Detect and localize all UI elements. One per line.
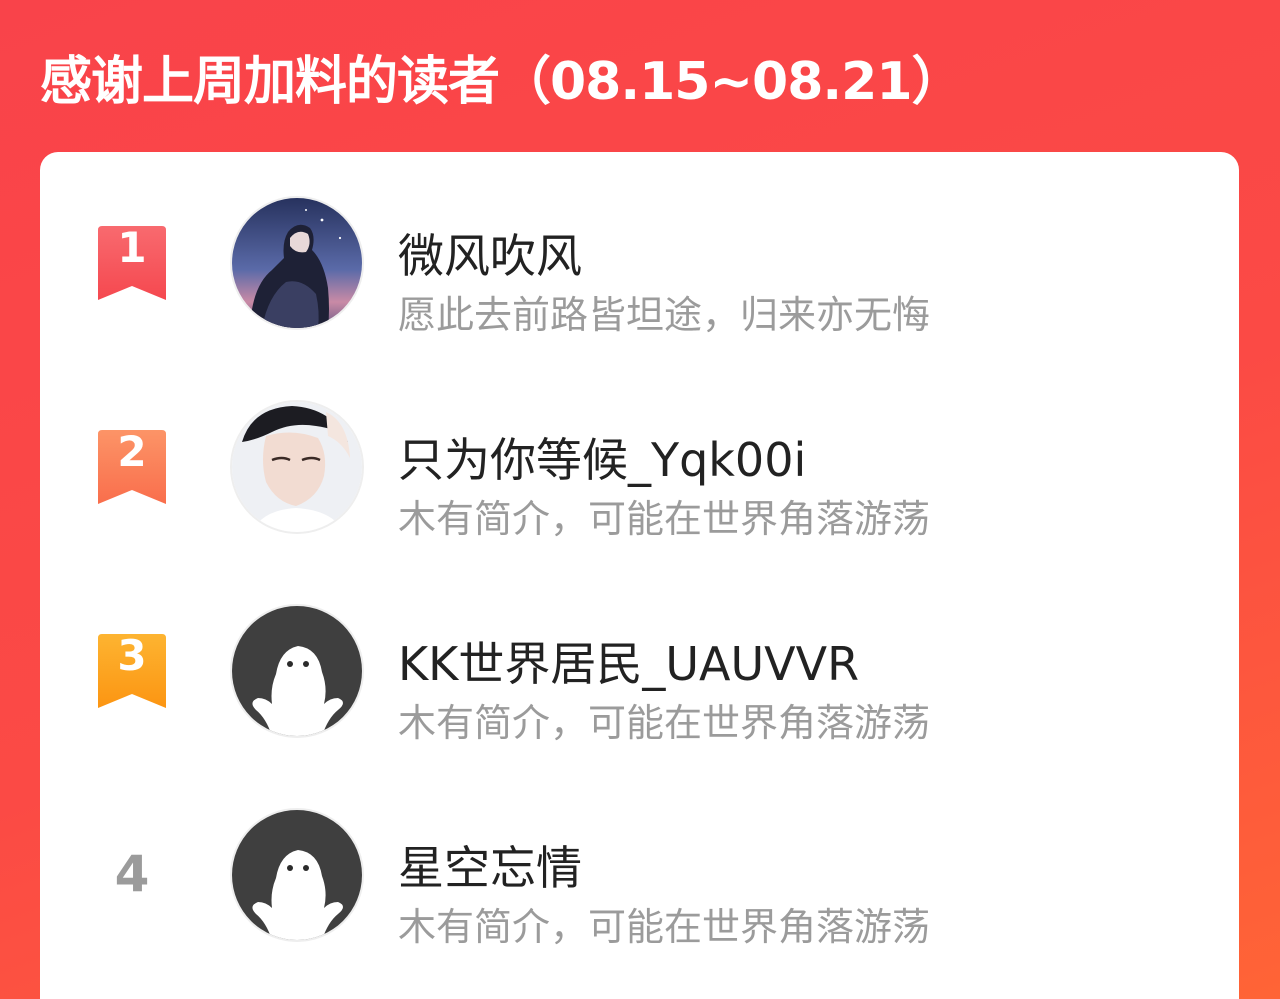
rank-number: 3 bbox=[117, 631, 147, 680]
default-avatar-icon[interactable] bbox=[230, 808, 364, 942]
reader-row[interactable]: 4 星空忘情 木有简介，可能在世界角落游荡 bbox=[40, 794, 1239, 954]
reader-row[interactable]: 2 只为你等候_Yqk00i 木有简介，可能在世界角落游荡 bbox=[40, 386, 1239, 546]
reader-name[interactable]: 微风吹风 bbox=[398, 228, 582, 284]
rank-badge: 1 bbox=[96, 212, 168, 312]
reader-row[interactable]: 3 KK世界居民_UAUVVR 木有简介，可能在世界角落游荡 bbox=[40, 590, 1239, 750]
default-avatar-icon[interactable] bbox=[230, 604, 364, 738]
page: 感谢上周加料的读者（08.15~08.21） 1 微风吹风 愿此去前路皆坦途，归… bbox=[0, 0, 1280, 999]
rank-badge: 4 bbox=[96, 824, 168, 924]
rank-number: 4 bbox=[114, 845, 150, 903]
avatar[interactable] bbox=[230, 196, 364, 330]
reader-list-card: 1 微风吹风 愿此去前路皆坦途，归来亦无悔 2 只为你等候_Yqk00i 木有简… bbox=[40, 152, 1239, 999]
reader-name[interactable]: 只为你等候_Yqk00i bbox=[398, 432, 806, 488]
avatar[interactable] bbox=[230, 400, 364, 534]
page-title: 感谢上周加料的读者（08.15~08.21） bbox=[40, 52, 964, 112]
reader-bio: 愿此去前路皆坦途，归来亦无悔 bbox=[398, 293, 931, 337]
reader-bio: 木有简介，可能在世界角落游荡 bbox=[398, 905, 931, 949]
reader-name[interactable]: KK世界居民_UAUVVR bbox=[398, 636, 859, 692]
reader-bio: 木有简介，可能在世界角落游荡 bbox=[398, 497, 931, 541]
rank-badge: 3 bbox=[96, 620, 168, 720]
reader-name[interactable]: 星空忘情 bbox=[398, 840, 582, 896]
rank-number: 1 bbox=[117, 223, 147, 272]
reader-bio: 木有简介，可能在世界角落游荡 bbox=[398, 701, 931, 745]
reader-row[interactable]: 1 微风吹风 愿此去前路皆坦途，归来亦无悔 bbox=[40, 182, 1239, 342]
rank-number: 2 bbox=[117, 427, 147, 476]
rank-badge: 2 bbox=[96, 416, 168, 516]
